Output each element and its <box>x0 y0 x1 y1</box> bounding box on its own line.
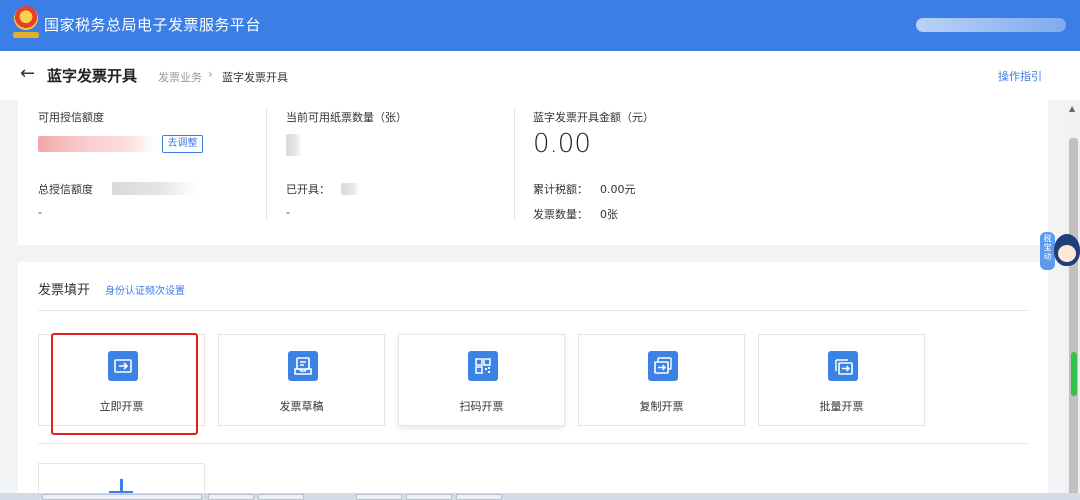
invoice-count-value: 0张 <box>600 208 618 221</box>
blue-invoice-amount-value: 0.00 <box>533 129 591 159</box>
available-credit-value-redacted <box>38 136 154 152</box>
total-credit-dash: - <box>38 206 42 219</box>
section-divider-top <box>38 310 1028 311</box>
cumulative-tax-value: 0.00元 <box>600 183 636 196</box>
scrollbar-thumb[interactable] <box>1069 138 1078 498</box>
tile-invoice-draft-label: 发票草稿 <box>279 400 324 413</box>
tile-copy-issue-label: 复制开票 <box>639 400 684 413</box>
batch-ticket-icon <box>828 351 858 381</box>
cumulative-tax-label: 累计税额： <box>533 183 588 196</box>
taskbar-item[interactable] <box>356 494 402 500</box>
user-info-redacted[interactable] <box>916 18 1066 32</box>
qr-code-icon <box>468 351 498 381</box>
taskbar-item[interactable] <box>208 494 254 500</box>
tile-copy-issue[interactable]: 复制开票 <box>578 334 745 426</box>
identity-auth-frequency-link[interactable]: 身份认证频次设置 <box>105 282 185 297</box>
breadcrumb-current: 蓝字发票开具 <box>222 71 288 84</box>
tile-scan-issue[interactable]: 扫码开票 <box>398 334 565 426</box>
tile-invoice-draft[interactable]: 发票草稿 <box>218 334 385 426</box>
available-credit-label: 可用授信额度 <box>38 111 104 124</box>
highlight-frame-issue-now <box>51 333 198 435</box>
page-title: 蓝字发票开具 <box>47 67 138 85</box>
page-header: ← 蓝字发票开具 发票业务 › 蓝字发票开具 操作指引 <box>0 51 1080 100</box>
taskbar-item[interactable] <box>258 494 304 500</box>
tile-scan-issue-label: 扫码开票 <box>459 400 504 413</box>
taskbar-item[interactable] <box>406 494 452 500</box>
taskbar-item[interactable] <box>42 494 202 500</box>
invoice-fill-title: 发票填开 <box>38 283 91 298</box>
issued-label: 已开具： <box>286 183 330 196</box>
assistant-tag: 税宝动 <box>1040 232 1055 270</box>
paper-invoice-count-redacted <box>286 134 302 156</box>
adjust-credit-button[interactable]: 去调整 <box>162 135 203 153</box>
invoice-count-label: 发票数量： <box>533 208 588 221</box>
tile-batch-issue-label: 批量开票 <box>819 400 864 413</box>
summary-divider-1 <box>266 108 267 220</box>
paper-invoice-count-label: 当前可用纸票数量（张） <box>286 111 407 124</box>
floating-side-handle[interactable] <box>1071 352 1077 396</box>
breadcrumb-separator-icon: › <box>208 67 213 81</box>
platform-title: 国家税务总局电子发票服务平台 <box>44 16 262 34</box>
back-arrow-icon[interactable]: ← <box>20 65 38 83</box>
assistant-avatar-icon <box>1054 234 1080 266</box>
total-credit-label: 总授信额度 <box>38 183 93 196</box>
summary-divider-2 <box>514 108 515 220</box>
scroll-up-icon[interactable]: ▲ <box>1069 104 1075 113</box>
blue-invoice-amount-label: 蓝字发票开具金额（元） <box>533 111 654 124</box>
breadcrumb-invoice-business[interactable]: 发票业务 <box>158 69 202 85</box>
issued-dash: - <box>286 206 290 219</box>
top-bar: 国家税务总局电子发票服务平台 <box>0 0 1080 51</box>
assistant-widget[interactable]: 税宝动 <box>1040 230 1080 272</box>
taskbar-item[interactable] <box>456 494 502 500</box>
section-divider-bottom <box>38 443 1028 444</box>
total-credit-value-redacted <box>112 182 196 195</box>
issued-value-redacted <box>341 183 360 195</box>
tax-emblem-logo <box>13 6 39 40</box>
copy-ticket-icon <box>648 351 678 381</box>
document-tray-icon <box>288 351 318 381</box>
operation-guide-link[interactable]: 操作指引 <box>998 68 1042 84</box>
tile-batch-issue[interactable]: 批量开票 <box>758 334 925 426</box>
